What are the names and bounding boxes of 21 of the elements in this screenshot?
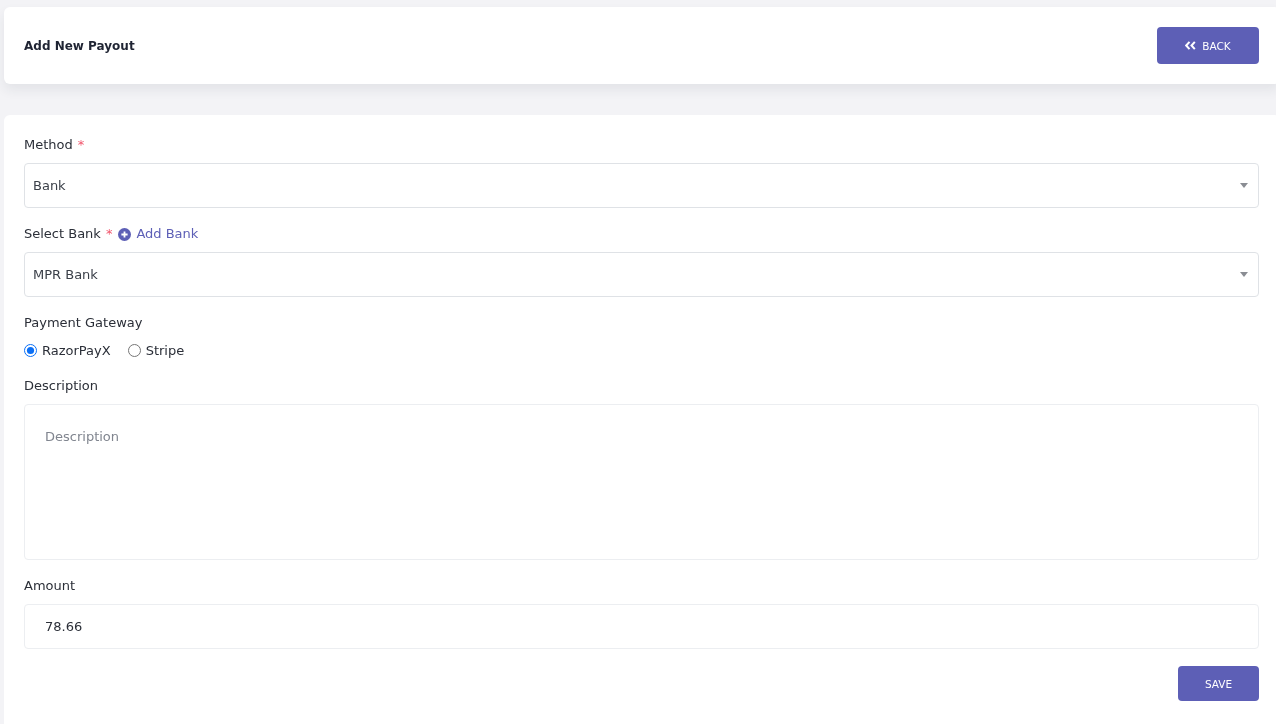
field-label: Payment Gateway: [24, 314, 143, 332]
radio-option[interactable]: RazorPayX: [24, 342, 111, 358]
field-label: Select Bank: [24, 225, 101, 243]
dropdown-field[interactable]: MPR Bank: [24, 252, 1259, 297]
field-label: Description: [24, 377, 99, 395]
required-mark: *: [105, 225, 113, 243]
back-button[interactable]: BACK: [1157, 27, 1259, 64]
field-label: Method: [24, 136, 73, 154]
dropdown-field[interactable]: Bank: [24, 163, 1259, 208]
radio-option[interactable]: Stripe: [127, 342, 185, 358]
field-label: Amount: [24, 577, 76, 595]
caret-icon: [1240, 183, 1248, 188]
required-mark: *: [77, 136, 85, 154]
textarea-field[interactable]: Description: [24, 404, 1259, 560]
page-title: Add New Payout: [24, 38, 135, 53]
plus-circle-icon: [118, 227, 132, 241]
save-button[interactable]: SAVE: [1178, 666, 1259, 701]
add-bank-link[interactable]: Add Bank: [118, 224, 199, 244]
input-field[interactable]: 78.66: [24, 604, 1259, 649]
caret-icon: [1240, 272, 1248, 277]
double-chevron-left-icon: [1185, 41, 1197, 50]
